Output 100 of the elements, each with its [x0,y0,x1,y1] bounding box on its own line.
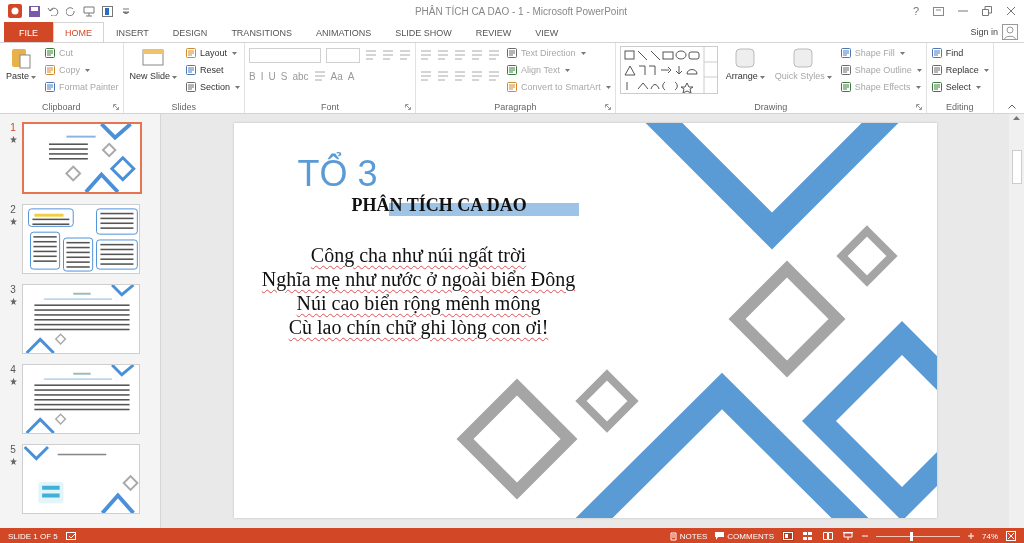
format-button[interactable]: abc [292,70,309,82]
shapes-gallery[interactable] [619,46,718,94]
ribbon-options-icon[interactable] [933,6,944,16]
book-icon [823,532,833,540]
ribbon-tab[interactable]: FILE [4,22,53,42]
zoom-level[interactable]: 74% [982,531,998,541]
tool-icon [185,47,198,59]
poem-line: Cù lao chín chữ ghi lòng con ơi! [288,315,549,339]
launcher-icon[interactable] [604,104,611,110]
ribbon-tab[interactable]: DESIGN [160,22,220,42]
normal-view-icon [783,532,793,540]
font-name-field[interactable] [249,47,322,63]
group-label: Paragraph [494,102,537,112]
comment-icon [715,532,725,540]
ribbon-tab[interactable]: INSERT [104,22,161,42]
ribbon-tab[interactable]: SLIDE SHOW [383,22,464,42]
format-button[interactable]: B [249,70,256,82]
shape-icon [791,46,816,70]
slide-number: 4 [10,364,16,375]
comments-button[interactable]: COMMENTS [715,531,774,541]
tool-icon [930,47,943,59]
tool-icon [44,64,56,76]
ribbon-button[interactable]: Paste [4,46,38,81]
slide-title: PHÂN TÍCH CA DAO [351,195,579,216]
window-icon[interactable] [102,5,116,17]
slide-number: 1 [10,122,16,133]
poem-line: Nghĩa mẹ như nước ở ngoài biển Đông [261,267,576,291]
font-size-field[interactable] [326,47,361,63]
sign-in-link[interactable]: Sign in [970,27,998,37]
slide-thumbnail[interactable] [22,284,140,354]
star-icon [9,378,17,385]
tool-icon [506,47,519,59]
format-button[interactable]: U [268,70,276,82]
ribbon-tab[interactable]: VIEW [523,22,571,42]
scroll-thumb[interactable] [1011,150,1022,184]
format-button[interactable]: S [280,70,288,82]
format-button[interactable]: A [347,70,355,82]
slide-thumbnail[interactable] [22,444,140,514]
ribbon-button[interactable]: Arrange [723,46,767,81]
poem-line: Núi cao biển rộng mênh mông [296,291,541,315]
tool-icon [44,47,56,59]
ribbon-tab[interactable]: HOME [53,22,104,42]
launcher-icon[interactable] [112,104,119,110]
redo-icon[interactable] [66,6,76,16]
group-label: Drawing [754,102,788,112]
tool-icon [506,81,519,93]
tool-icon [506,64,519,76]
avatar-icon[interactable] [1002,24,1018,40]
zoom-in-icon[interactable] [968,533,974,539]
fit-icon[interactable] [1006,531,1016,541]
save-icon[interactable] [29,5,40,17]
zoom-thumb[interactable] [909,531,913,541]
presenter-icon[interactable] [83,5,95,17]
tool-icon [930,64,943,76]
group-label: Clipboard [42,102,81,112]
tool-icon [839,47,852,59]
ribbon-button[interactable]: Replace [930,63,989,77]
tool-icon [839,81,852,93]
ribbon-button[interactable]: Layout [185,46,241,60]
notes-icon [669,531,677,541]
spellcheck-icon[interactable] [65,531,77,541]
slide-number: 2 [10,204,16,215]
view-button[interactable] [782,531,794,541]
launcher-icon[interactable] [405,104,412,110]
customize-icon[interactable] [123,8,129,14]
star-icon [9,458,17,465]
slide-thumbnail[interactable] [22,364,140,434]
slide-thumbnail[interactable] [22,204,140,274]
format-button[interactable]: Aa [330,70,343,82]
collapse-icon[interactable] [1008,104,1016,109]
slide-thumbnail[interactable] [22,122,142,194]
ribbon-button[interactable]: Section [185,80,241,94]
star-icon [9,218,17,225]
view-button[interactable] [822,531,834,541]
help-button[interactable]: ? [912,5,919,17]
ribbon-tab[interactable]: REVIEW [463,22,524,42]
notes-button[interactable]: NOTES [669,531,708,541]
app-icon[interactable] [8,4,22,18]
ribbon-button[interactable]: Find [930,46,989,60]
restore-icon[interactable] [982,6,992,16]
ribbon-button[interactable]: Reset [185,63,241,77]
format-button[interactable]: I [260,70,264,82]
ribbon-button[interactable]: Select [930,80,989,94]
launcher-icon[interactable] [915,104,922,110]
star-icon [9,136,17,143]
presenter-icon [843,532,853,540]
ribbon-tab[interactable]: TRANSITIONS [219,22,304,42]
undo-icon[interactable] [47,6,59,16]
ribbon-tab[interactable]: ANIMATIONS [303,22,384,42]
scroll-up-icon[interactable] [1013,116,1020,120]
view-button[interactable] [842,531,854,541]
clipboard-icon [9,46,33,70]
ribbon-button[interactable]: New Slide [127,46,180,81]
tool-icon [839,64,852,76]
close-icon[interactable] [1006,6,1016,16]
scrollbar[interactable] [1009,114,1024,528]
tool-icon [185,64,198,76]
tool-icon [44,81,56,93]
group-label: Editing [946,102,974,112]
view-button[interactable] [802,531,814,541]
